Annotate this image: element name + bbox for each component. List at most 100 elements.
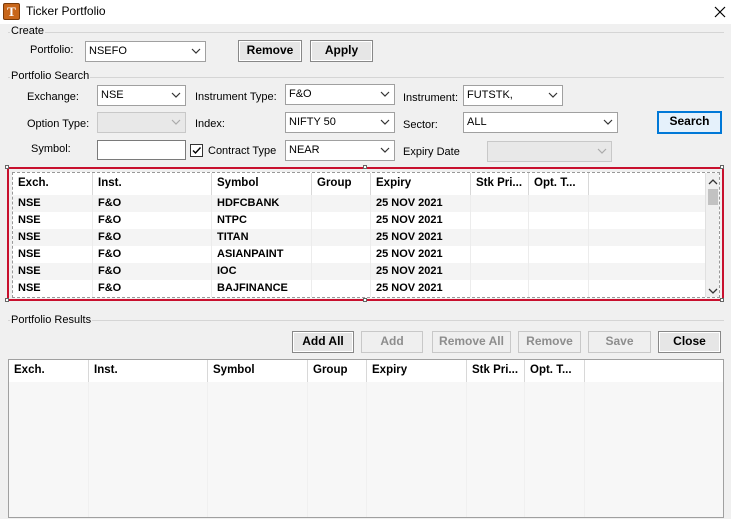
- resize-handle: [5, 165, 9, 169]
- scrollbar-thumb[interactable]: [708, 189, 718, 205]
- table-cell: IOC: [212, 263, 312, 280]
- title-bar: [0, 0, 731, 24]
- table-cell: [529, 212, 589, 229]
- search-group-line: [8, 77, 724, 78]
- close-button[interactable]: Close: [658, 331, 721, 353]
- search-button[interactable]: Search: [657, 111, 722, 134]
- search-legend: Portfolio Search: [10, 70, 91, 82]
- contract-type-checkbox[interactable]: [190, 144, 203, 157]
- exchange-dropdown[interactable]: NSE: [97, 85, 186, 106]
- create-group-line: [8, 32, 724, 33]
- column-header[interactable]: Expiry: [367, 360, 467, 382]
- instrument-type-dropdown[interactable]: F&O: [285, 84, 395, 105]
- column-header[interactable]: Exch.: [9, 360, 89, 382]
- table-cell: [312, 280, 371, 297]
- search-results-table[interactable]: Exch. Inst. Symbol Group Expiry Stk Pri... Opt…: [12, 172, 720, 298]
- contract-type-label: Contract Type: [208, 145, 277, 157]
- contract-type-value: NEAR: [289, 144, 320, 156]
- resize-handle: [720, 298, 724, 302]
- column-header[interactable]: Inst.: [89, 360, 208, 382]
- table-row[interactable]: NSE F&O NTPC 25 NOV 2021: [13, 212, 707, 229]
- contract-type-dropdown[interactable]: NEAR: [285, 140, 395, 161]
- chevron-down-icon: [167, 113, 185, 132]
- column-header[interactable]: Opt. T...: [525, 360, 585, 382]
- table-cell: F&O: [93, 195, 212, 212]
- column-header[interactable]: Group: [308, 360, 367, 382]
- table-cell: 25 NOV 2021: [371, 212, 471, 229]
- column-divider: [366, 382, 367, 517]
- remove-button[interactable]: Remove: [518, 331, 581, 353]
- table-row[interactable]: NSE F&O TITAN 25 NOV 2021: [13, 229, 707, 246]
- table-cell: [529, 246, 589, 263]
- add-all-button[interactable]: Add All: [292, 331, 354, 353]
- close-icon[interactable]: [710, 2, 730, 22]
- symbol-label: Symbol:: [31, 143, 71, 155]
- column-divider: [466, 382, 467, 517]
- table-row[interactable]: NSE F&O BAJFINANCE 25 NOV 2021: [13, 280, 707, 297]
- chevron-down-icon: [544, 86, 562, 105]
- save-button[interactable]: Save: [588, 331, 651, 353]
- expiry-date-dropdown[interactable]: [487, 141, 612, 162]
- option-type-label: Option Type:: [27, 118, 90, 130]
- column-header[interactable]: Stk Pri...: [471, 173, 529, 195]
- table-row[interactable]: NSE F&O IOC 25 NOV 2021: [13, 263, 707, 280]
- checkmark-icon: [192, 147, 202, 155]
- table-cell: [471, 195, 529, 212]
- chevron-down-icon: [599, 113, 617, 132]
- column-header[interactable]: Stk Pri...: [467, 360, 525, 382]
- chevron-down-icon: [187, 42, 205, 61]
- add-button[interactable]: Add: [361, 331, 423, 353]
- column-divider: [524, 382, 525, 517]
- column-header[interactable]: Group: [312, 173, 371, 195]
- table-cell: F&O: [93, 212, 212, 229]
- vertical-scrollbar[interactable]: [705, 173, 719, 297]
- option-type-dropdown[interactable]: [97, 112, 186, 133]
- apply-button[interactable]: Apply: [310, 40, 373, 62]
- column-header[interactable]: Opt. T...: [529, 173, 589, 195]
- table-cell: NSE: [13, 263, 93, 280]
- table-cell: F&O: [93, 229, 212, 246]
- table-cell: [312, 195, 371, 212]
- chevron-up-icon: [708, 179, 718, 185]
- table-cell: NTPC: [212, 212, 312, 229]
- table-cell: F&O: [93, 263, 212, 280]
- column-header[interactable]: Inst.: [93, 173, 212, 195]
- table-cell: NSE: [13, 229, 93, 246]
- column-header[interactable]: Symbol: [208, 360, 308, 382]
- instrument-dropdown[interactable]: FUTSTK,: [463, 85, 563, 106]
- remove-all-button[interactable]: Remove All: [432, 331, 511, 353]
- column-header[interactable]: Symbol: [212, 173, 312, 195]
- column-header[interactable]: Expiry: [371, 173, 471, 195]
- chevron-down-icon: [708, 288, 718, 294]
- table-cell: 25 NOV 2021: [371, 195, 471, 212]
- expiry-date-label: Expiry Date: [403, 146, 460, 158]
- table-row[interactable]: NSE F&O HDFCBANK 25 NOV 2021: [13, 195, 707, 212]
- table-cell: HDFCBANK: [212, 195, 312, 212]
- window-title: Ticker Portfolio: [26, 4, 106, 18]
- portfolio-dropdown[interactable]: NSEFO: [85, 41, 206, 62]
- symbol-input[interactable]: [97, 140, 186, 160]
- table-cell: ASIANPAINT: [212, 246, 312, 263]
- table-cell: [529, 229, 589, 246]
- table-cell: F&O: [93, 280, 212, 297]
- sector-dropdown[interactable]: ALL: [463, 112, 618, 133]
- portfolio-results-table[interactable]: Exch. Inst. Symbol Group Expiry Stk Pri... Opt…: [8, 359, 724, 518]
- resize-handle: [5, 298, 9, 302]
- instrument-label: Instrument:: [403, 92, 459, 104]
- table-cell: [471, 280, 529, 297]
- column-header[interactable]: Exch.: [13, 173, 93, 195]
- remove-portfolio-button[interactable]: Remove: [238, 40, 302, 62]
- instrument-type-value: F&O: [289, 88, 312, 100]
- sector-value: ALL: [467, 116, 487, 128]
- chevron-down-icon: [167, 86, 185, 105]
- table-cell: [471, 212, 529, 229]
- index-dropdown[interactable]: NIFTY 50: [285, 112, 395, 133]
- table-cell: 25 NOV 2021: [371, 280, 471, 297]
- table-row[interactable]: NSE F&O ASIANPAINT 25 NOV 2021: [13, 246, 707, 263]
- results-legend: Portfolio Results: [10, 314, 93, 326]
- portfolio-value: NSEFO: [89, 45, 127, 57]
- column-divider: [88, 382, 89, 517]
- app-logo-icon: T: [3, 3, 20, 20]
- table-cell: 25 NOV 2021: [371, 229, 471, 246]
- exchange-value: NSE: [101, 89, 124, 101]
